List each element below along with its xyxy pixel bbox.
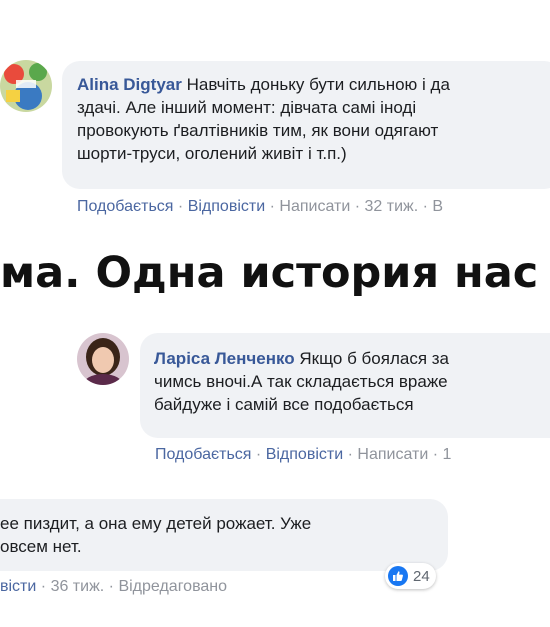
avatar-alina-digtyar[interactable] [0,60,52,112]
like-link[interactable]: Подобається [77,198,173,215]
overlay-headline: ма. Одна история нас [0,248,539,298]
more-link[interactable]: В [432,198,443,215]
write-link[interactable]: Написати [279,198,350,215]
comment-actions-1: Подобається · Відповісти · Написати · 32… [77,198,444,215]
comment-text-line: шорти-труси, оголений живіт і т.п.) [77,144,347,163]
write-link[interactable]: Написати [357,446,428,463]
comment-actions-3: вісти · 36 тиж. · Відредаговано [0,578,228,595]
comment-text-line: ее пиздит, а она ему детей рожает. Уже [0,514,312,533]
reply-link[interactable]: Відповісти [188,198,265,215]
comment-actions-2: Подобається · Відповісти · Написати · 1 [155,446,452,463]
edited-label: Відредаговано [118,578,228,595]
reaction-summary[interactable]: 24 [385,563,436,589]
comment-text-line: байдуже і самій все подобається [154,395,414,414]
comment-text-line: Якщо б боялася за [299,349,450,368]
reaction-count: 24 [413,567,430,585]
comment-text-line: провокують ґвалтівників тим, як вони одя… [77,121,439,140]
comment-text-line: овсем нет. [0,537,82,556]
timestamp[interactable]: 32 тиж. [365,198,419,215]
like-link[interactable]: Подобається [155,446,251,463]
comment-text-line: Навчіть доньку бути сильною і да [186,75,450,94]
timestamp[interactable]: 1 [443,446,452,463]
comment-author[interactable]: Alina Digtyar [77,75,182,94]
comment-text-line: чимсь вночі.А так складається враже [154,372,448,391]
comment-text-line: здачі. Але інший момент: дівчата самі ін… [77,98,417,117]
reply-link[interactable]: Відповісти [266,446,343,463]
avatar-larisa-lenchenko[interactable] [77,333,129,385]
reply-link[interactable]: вісти [0,578,36,595]
comment-bubble-1: Alina Digtyar Навчіть доньку бути сильно… [62,61,550,189]
like-icon [388,566,408,586]
timestamp[interactable]: 36 тиж. [51,578,105,595]
comment-bubble-2: Ларіса Ленченко Якщо б боялася за чимсь … [140,333,550,438]
comment-bubble-3: ее пиздит, а она ему детей рожает. Уже о… [0,499,448,571]
comment-author[interactable]: Ларіса Ленченко [154,349,295,368]
